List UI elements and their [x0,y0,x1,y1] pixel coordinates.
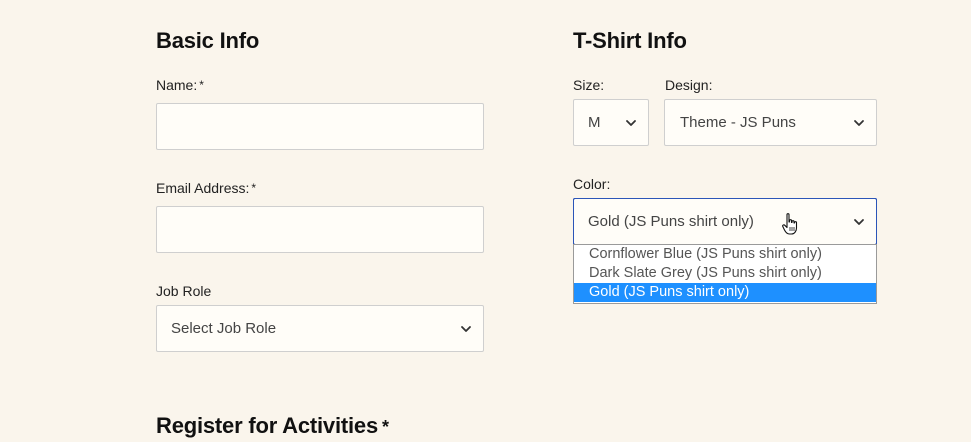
tshirt-info-heading: T-Shirt Info [573,28,687,53]
color-option-selected[interactable]: Gold (JS Puns shirt only) [574,283,876,302]
required-mark: * [382,417,389,437]
name-input[interactable] [156,103,484,150]
design-select[interactable]: Theme - JS Puns [664,99,877,146]
name-label-text: Name: [156,77,198,93]
name-label: Name: * [156,78,204,92]
chevron-down-icon [854,119,864,126]
email-input[interactable] [156,206,484,253]
color-selected-value: Gold (JS Puns shirt only) [588,213,754,230]
chevron-down-icon [626,119,636,126]
color-label: Color: [573,176,611,192]
activities-heading-text: Register for Activities [156,413,378,438]
job-role-select[interactable]: Select Job Role [156,305,484,352]
registration-form: Basic Info Name: * Email Address: * Job Ro… [0,0,971,442]
required-mark: * [251,181,257,195]
color-option[interactable]: Dark Slate Grey (JS Puns shirt only) [574,264,876,283]
design-label: Design: [665,77,713,93]
basic-info-heading: Basic Info [156,28,260,53]
job-role-label: Job Role [156,283,212,299]
email-label: Email Address: * [156,181,256,195]
job-role-selected-value: Select Job Role [171,320,277,337]
color-option[interactable]: Cornflower Blue (JS Puns shirt only) [574,245,876,264]
design-selected-value: Theme - JS Puns [680,114,796,131]
chevron-down-icon [461,325,471,332]
hand-pointer-icon [782,213,798,235]
color-select[interactable]: Gold (JS Puns shirt only) [573,198,877,245]
size-select[interactable]: M [573,99,649,146]
color-dropdown-list: Cornflower Blue (JS Puns shirt only) Dar… [573,244,877,304]
chevron-down-icon [854,218,864,225]
size-label: Size: [573,77,605,93]
activities-heading: Register for Activities * [156,415,389,437]
email-label-text: Email Address: [156,180,250,196]
required-mark: * [199,78,204,92]
